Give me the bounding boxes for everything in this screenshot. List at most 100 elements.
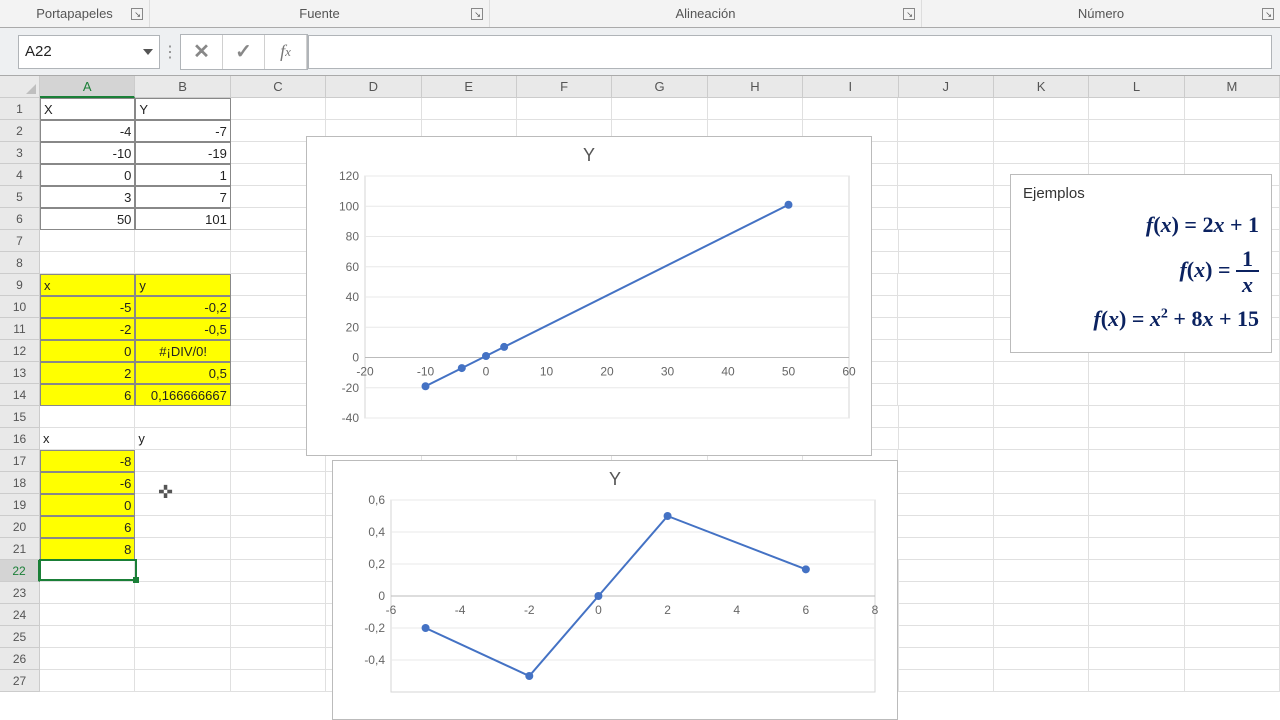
cell[interactable]: [898, 120, 993, 142]
cell[interactable]: 50: [40, 208, 135, 230]
cell[interactable]: [898, 186, 993, 208]
cell[interactable]: [1185, 384, 1280, 406]
cell[interactable]: [994, 450, 1089, 472]
chart-reciprocal[interactable]: Y -0,4-0,200,20,40,6-6-4-202468: [332, 460, 898, 720]
cell[interactable]: [994, 516, 1089, 538]
cell[interactable]: [994, 142, 1089, 164]
cell[interactable]: y: [135, 274, 230, 296]
column-header[interactable]: B: [135, 76, 230, 98]
row-header[interactable]: 21: [0, 538, 40, 560]
cell[interactable]: [899, 252, 994, 274]
row-header[interactable]: 7: [0, 230, 40, 252]
cell[interactable]: [1089, 648, 1184, 670]
row-header[interactable]: 2: [0, 120, 40, 142]
cell[interactable]: 3: [40, 186, 135, 208]
cell[interactable]: [1185, 604, 1280, 626]
cell[interactable]: [994, 472, 1089, 494]
row-header[interactable]: 14: [0, 384, 40, 406]
cell[interactable]: [40, 670, 135, 692]
cell[interactable]: [899, 582, 994, 604]
cell[interactable]: [326, 98, 421, 120]
cell[interactable]: [899, 670, 994, 692]
cell[interactable]: [899, 626, 994, 648]
row-header[interactable]: 5: [0, 186, 40, 208]
cell[interactable]: [135, 538, 230, 560]
cell[interactable]: [135, 406, 230, 428]
cell[interactable]: [898, 340, 993, 362]
cell[interactable]: [1089, 428, 1184, 450]
formula-input[interactable]: [308, 35, 1272, 69]
cell[interactable]: [994, 384, 1089, 406]
cell[interactable]: [40, 230, 135, 252]
cell[interactable]: x: [40, 274, 135, 296]
cell[interactable]: [1089, 120, 1184, 142]
row-header[interactable]: 10: [0, 296, 40, 318]
cell[interactable]: [231, 626, 326, 648]
cell[interactable]: [135, 472, 230, 494]
cell[interactable]: 101: [135, 208, 230, 230]
cell[interactable]: [1185, 406, 1280, 428]
cell[interactable]: -7: [135, 120, 230, 142]
cell[interactable]: [231, 648, 326, 670]
cell[interactable]: [898, 362, 993, 384]
cell[interactable]: [1089, 582, 1184, 604]
cell[interactable]: [231, 494, 326, 516]
cell[interactable]: [1185, 494, 1280, 516]
cell[interactable]: [899, 604, 994, 626]
cell[interactable]: [899, 406, 994, 428]
cell[interactable]: -6: [40, 472, 135, 494]
accept-formula-button[interactable]: ✓: [223, 35, 265, 69]
cell[interactable]: [899, 230, 994, 252]
cell[interactable]: [898, 318, 993, 340]
row-header[interactable]: 15: [0, 406, 40, 428]
row-header[interactable]: 13: [0, 362, 40, 384]
cell[interactable]: [231, 604, 326, 626]
cell[interactable]: -5: [40, 296, 135, 318]
cell[interactable]: [422, 98, 517, 120]
row-header[interactable]: 24: [0, 604, 40, 626]
examples-box[interactable]: Ejemplos f(x) = 2x + 1 f(x) = 1x f(x) = …: [1010, 174, 1272, 353]
cell[interactable]: [898, 296, 993, 318]
cell[interactable]: 0,5: [135, 362, 230, 384]
column-header[interactable]: G: [612, 76, 707, 98]
chart-linear[interactable]: Y -40-20020406080100120-20-1001020304050…: [306, 136, 872, 456]
cell[interactable]: [803, 98, 898, 120]
cell[interactable]: [135, 582, 230, 604]
cell[interactable]: [898, 472, 993, 494]
row-header[interactable]: 17: [0, 450, 40, 472]
cell[interactable]: [40, 406, 135, 428]
cell[interactable]: 0,166666667: [135, 384, 230, 406]
cell[interactable]: -10: [40, 142, 135, 164]
cell[interactable]: [994, 582, 1089, 604]
cell[interactable]: [898, 164, 993, 186]
cell[interactable]: [1185, 120, 1280, 142]
cell[interactable]: [898, 538, 993, 560]
cell[interactable]: [135, 648, 230, 670]
cell[interactable]: [1089, 560, 1184, 582]
cell[interactable]: -8: [40, 450, 135, 472]
row-header[interactable]: 4: [0, 164, 40, 186]
column-header[interactable]: E: [422, 76, 517, 98]
row-header[interactable]: 9: [0, 274, 40, 296]
cell[interactable]: -2: [40, 318, 135, 340]
cell[interactable]: [1185, 472, 1280, 494]
cell[interactable]: [898, 98, 993, 120]
select-all-button[interactable]: [0, 76, 40, 98]
cell[interactable]: [994, 648, 1089, 670]
cell[interactable]: [994, 406, 1089, 428]
cell[interactable]: [135, 450, 230, 472]
row-header[interactable]: 26: [0, 648, 40, 670]
cell[interactable]: [1089, 516, 1184, 538]
row-header[interactable]: 8: [0, 252, 40, 274]
cell[interactable]: [231, 516, 326, 538]
cell[interactable]: [40, 252, 135, 274]
cell[interactable]: [1185, 626, 1280, 648]
cell[interactable]: 0: [40, 340, 135, 362]
cell[interactable]: [135, 626, 230, 648]
cell[interactable]: [612, 98, 707, 120]
cell[interactable]: -4: [40, 120, 135, 142]
cell[interactable]: [898, 208, 993, 230]
cell[interactable]: [40, 604, 135, 626]
cell[interactable]: [994, 120, 1089, 142]
cell[interactable]: [1185, 142, 1280, 164]
